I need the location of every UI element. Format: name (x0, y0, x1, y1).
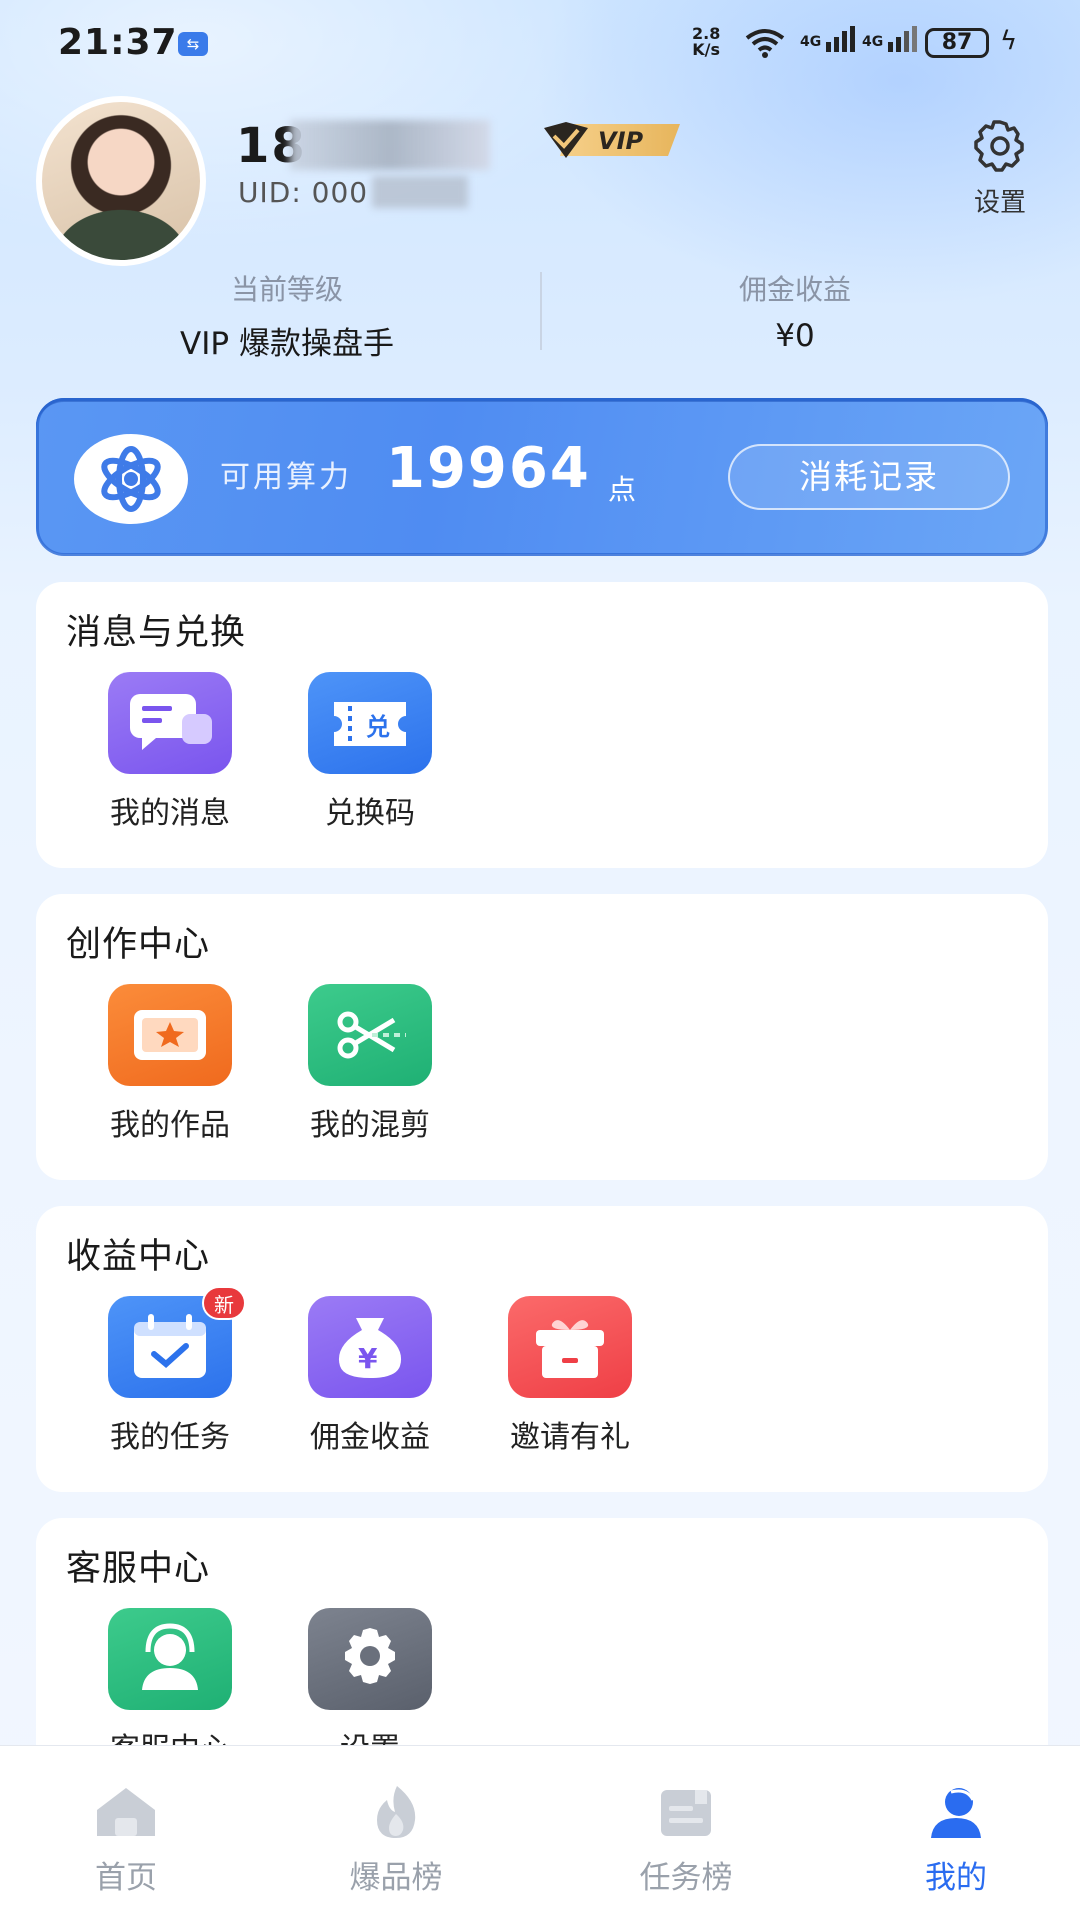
settings-button[interactable]: 设置 (960, 118, 1040, 219)
consumption-record-button[interactable]: 消耗记录 (728, 444, 1010, 510)
commission-earnings-button[interactable]: ¥ 佣金收益 (270, 1296, 470, 1456)
level-stat: 当前等级 VIP 爆款操盘手 (180, 273, 394, 362)
customer-service-icon (108, 1608, 232, 1710)
fire-icon (377, 1786, 416, 1838)
task-board-icon (661, 1790, 711, 1836)
money-bag-icon: ¥ (308, 1296, 432, 1398)
settings-gear-icon (308, 1608, 432, 1710)
section-earnings-center: 收益中心 新 我的任务 ¥ 佣金收益 邀请有礼 (36, 1206, 1048, 1492)
battery-icon: 87 (925, 28, 989, 58)
nav-hot-products[interactable]: 爆品榜 (296, 1784, 496, 1897)
bottom-navigation: 首页 爆品榜 任务榜 我的 (0, 1745, 1080, 1920)
vip-badge: VIP (544, 122, 680, 158)
works-icon (108, 984, 232, 1086)
usb-icon: ⇆ (178, 32, 208, 56)
nav-task-board[interactable]: 任务榜 (586, 1784, 786, 1897)
section-creation-center: 创作中心 我的作品 我的混剪 (36, 894, 1048, 1180)
invite-reward-button[interactable]: 邀请有礼 (470, 1296, 670, 1456)
my-remix-button[interactable]: 我的混剪 (270, 984, 470, 1144)
my-messages-button[interactable]: 我的消息 (70, 672, 270, 832)
scissors-icon (308, 984, 432, 1086)
settings-tile-button[interactable]: 设置 (270, 1608, 470, 1768)
avatar[interactable] (36, 96, 206, 266)
settings-label: 设置 (973, 188, 1026, 218)
section-title: 消息与兑换 (66, 613, 247, 653)
wifi-icon (745, 29, 785, 58)
clock: 21:37 (58, 22, 178, 63)
home-icon (97, 1788, 155, 1836)
section-customer-service: 客服中心 客服中心 设置 (36, 1518, 1048, 1778)
task-calendar-icon: 新 (108, 1286, 246, 1398)
compute-unit: 点 (608, 473, 637, 506)
compute-label: 可用算力 (220, 460, 352, 495)
commission-stat[interactable]: 佣金收益 ¥0 (580, 268, 1010, 354)
my-works-button[interactable]: 我的作品 (70, 984, 270, 1144)
gear-icon (974, 120, 1024, 172)
charging-icon: ϟ (1000, 26, 1018, 56)
stats-divider (540, 272, 542, 350)
my-tasks-button[interactable]: 新 我的任务 (70, 1286, 270, 1456)
gift-icon (508, 1296, 632, 1398)
svg-text:VIP: VIP (598, 127, 644, 155)
compute-value: 19964 (386, 436, 591, 501)
cell-signal-2-icon: 4G (862, 26, 918, 52)
user-uid: UID: 000 (238, 176, 369, 209)
svg-text:¥: ¥ (358, 1342, 378, 1375)
compute-logo-icon (74, 434, 188, 524)
nav-home[interactable]: 首页 (26, 1784, 226, 1897)
nav-mine[interactable]: 我的 (856, 1784, 1056, 1897)
redeem-code-icon: 兑 (308, 672, 432, 774)
uid-redaction (372, 176, 468, 208)
user-icon (931, 1788, 981, 1838)
message-icon (108, 672, 232, 774)
name-redaction (290, 120, 490, 170)
compute-power-banner: 可用算力 19964 点 消耗记录 (36, 398, 1048, 556)
section-message-exchange: 消息与兑换 我的消息 兑 兑换码 (36, 582, 1048, 868)
section-title: 收益中心 (66, 1237, 211, 1277)
new-badge: 新 (202, 1286, 246, 1320)
network-speed: 2.8 K/s (692, 24, 721, 59)
cell-signal-icon: 4G (800, 26, 856, 52)
status-bar: 21:37 ⇆ 2.8 K/s 4G 4G 87 ϟ (0, 0, 1080, 90)
customer-service-button[interactable]: 客服中心 (70, 1608, 270, 1768)
redeem-code-button[interactable]: 兑 兑换码 (270, 672, 470, 832)
svg-text:兑: 兑 (366, 713, 390, 741)
section-title: 创作中心 (66, 925, 211, 965)
section-title: 客服中心 (66, 1549, 211, 1589)
